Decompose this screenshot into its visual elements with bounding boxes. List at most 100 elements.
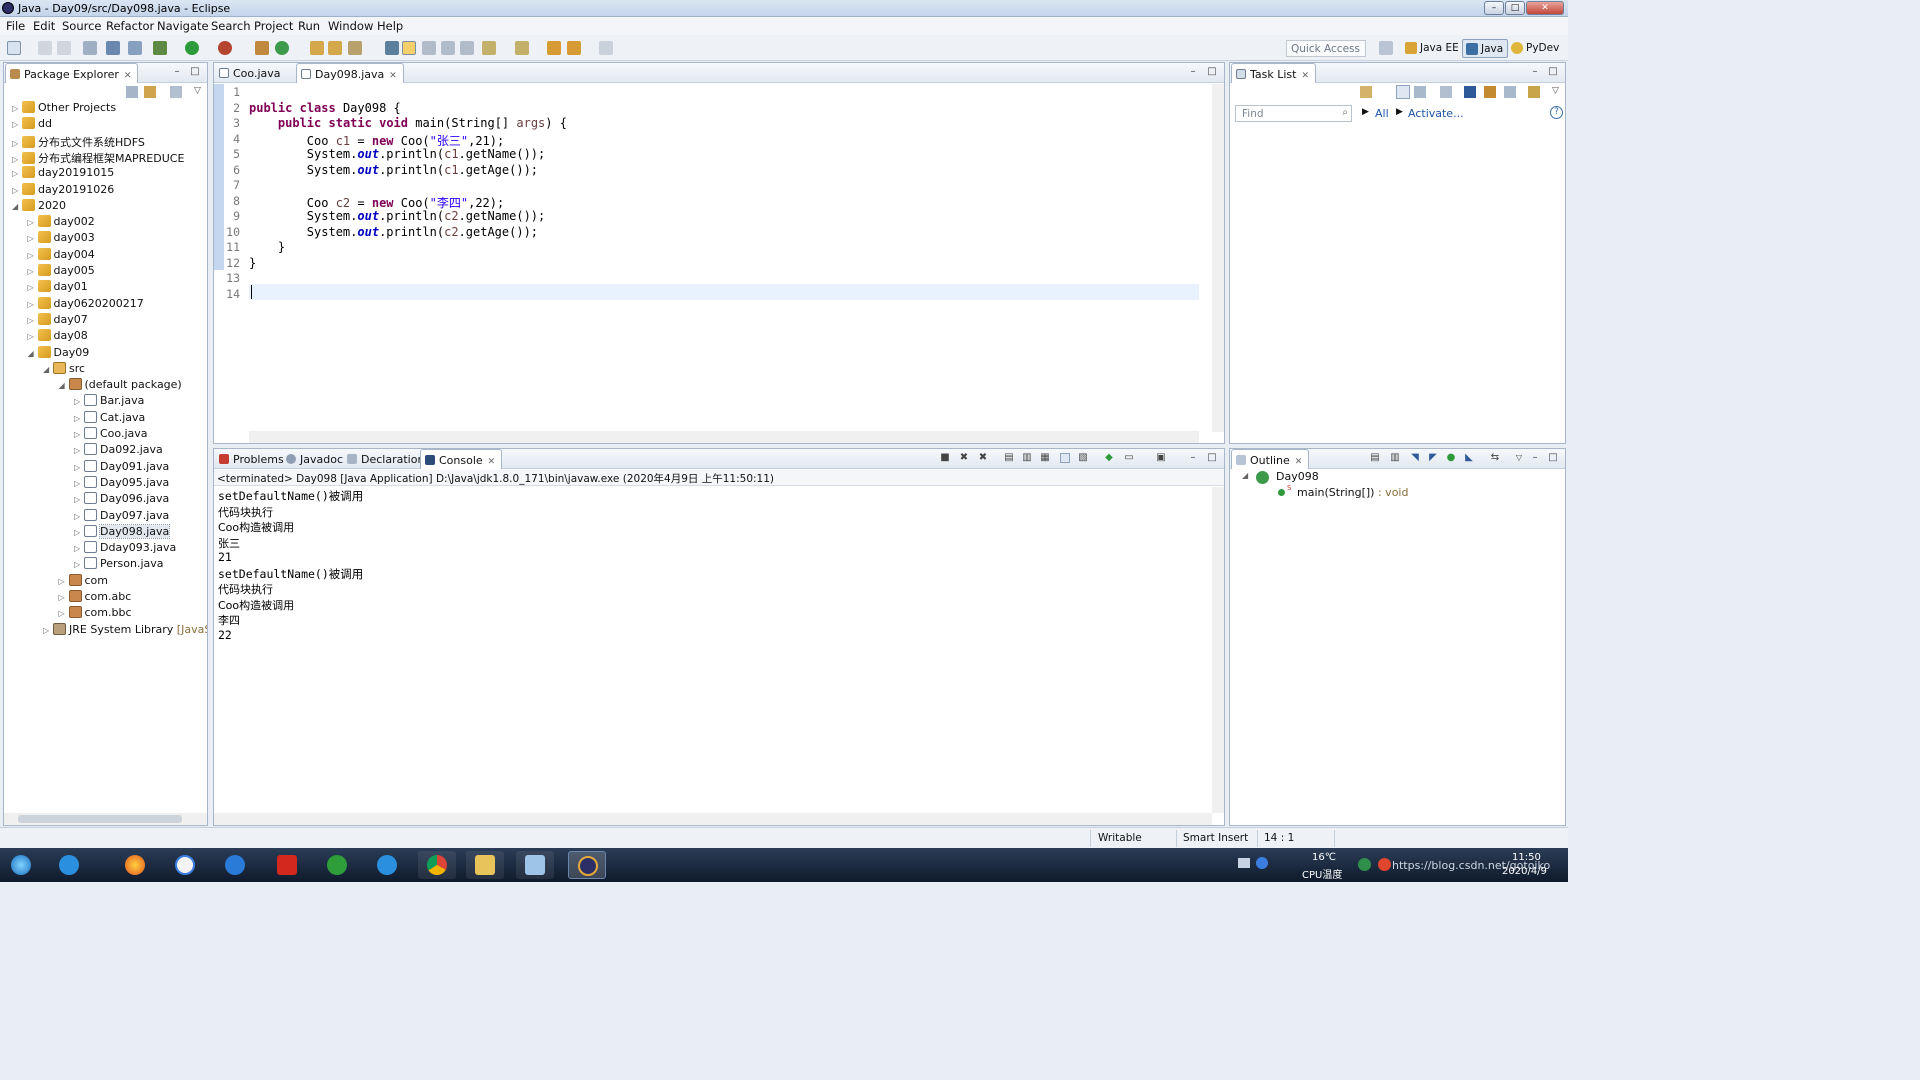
outline-method[interactable]: main(String[]) : void (1297, 486, 1408, 499)
collapse-all-icon[interactable] (1504, 86, 1516, 98)
chevron-right-icon[interactable]: ▷ (12, 139, 22, 148)
tree-item[interactable]: ▷ Day097.java (74, 508, 169, 525)
close-icon[interactable]: ✕ (1295, 457, 1303, 467)
hide-static-icon[interactable]: ◤ (1428, 453, 1438, 463)
perspective-java-ee[interactable]: Java EE (1402, 39, 1463, 58)
close-window-button[interactable]: ✕ (1526, 1, 1564, 15)
chevron-right-icon[interactable]: ▷ (74, 560, 84, 569)
next-annotation-icon[interactable] (482, 41, 496, 55)
new-icon[interactable] (7, 41, 21, 55)
perspective-pydev[interactable]: PyDev (1508, 39, 1563, 58)
network-icon[interactable] (1358, 858, 1371, 871)
horizontal-scrollbar[interactable] (249, 431, 1199, 443)
run-icon[interactable] (185, 41, 199, 55)
maximize-icon[interactable]: □ (1548, 453, 1558, 463)
tab-javadoc[interactable]: Javadoc (282, 449, 349, 469)
terminate-icon[interactable]: ■ (940, 453, 950, 463)
hide-completed-icon[interactable] (1464, 86, 1476, 98)
tree-item[interactable]: ▷ com (59, 573, 108, 590)
new-class-icon[interactable] (275, 41, 289, 55)
activate-link[interactable]: Activate... (1408, 107, 1464, 120)
scroll-lock-icon[interactable]: ▥ (1022, 453, 1032, 463)
chevron-right-icon[interactable]: ▷ (12, 104, 22, 113)
maximize-icon[interactable]: □ (1548, 67, 1558, 77)
hide-non-public-icon[interactable]: ● (1446, 453, 1456, 463)
tab-package-explorer[interactable]: Package Explorer ✕ (5, 63, 139, 83)
keyboard-icon[interactable] (1238, 858, 1250, 868)
tab-console[interactable]: Console ✕ (420, 449, 503, 469)
chevron-right-icon[interactable]: ▷ (74, 495, 84, 504)
ie-icon[interactable] (50, 851, 88, 879)
hide-local-types-icon[interactable]: ◣ (1464, 453, 1474, 463)
tree-item[interactable]: ▷ day004 (28, 247, 95, 264)
tree-item[interactable]: ▷ com.abc (59, 590, 131, 606)
view-menu-icon[interactable]: ▽ (1514, 453, 1524, 463)
collapse-all-icon[interactable] (126, 86, 138, 98)
search-icon[interactable] (348, 41, 362, 55)
tree-item[interactable]: ◢ src (43, 361, 85, 378)
open-type-icon[interactable] (310, 41, 324, 55)
chevron-down-icon[interactable]: ◢ (59, 381, 69, 390)
close-icon[interactable]: ✕ (1301, 71, 1309, 81)
tree-item[interactable]: ▷ day0620200217 (28, 296, 144, 313)
tree-item[interactable]: ▷ Cat.java (74, 410, 145, 427)
word-wrap-icon[interactable]: ▦ (1040, 453, 1050, 463)
tree-item[interactable]: ▷ day01 (28, 280, 88, 296)
mark-occurrences-icon[interactable] (402, 41, 416, 55)
security-icon[interactable] (1378, 858, 1391, 871)
show-on-error-icon[interactable]: ▧ (1078, 453, 1088, 463)
collapse-all-icon[interactable]: ▤ (1370, 453, 1380, 463)
chevron-right-icon[interactable]: ▷ (12, 120, 22, 129)
explorer-icon[interactable] (466, 851, 504, 879)
print-icon[interactable] (83, 41, 97, 55)
word-wrap-icon[interactable] (441, 41, 455, 55)
update-icon[interactable] (318, 851, 356, 879)
chevron-right-icon[interactable]: ▷ (12, 186, 22, 195)
link-with-editor-icon[interactable] (144, 86, 156, 98)
chevron-right-icon[interactable]: ▷ (59, 593, 69, 602)
quick-access-input[interactable]: Quick Access (1286, 40, 1366, 57)
minimize-window-button[interactable]: – (1484, 1, 1504, 15)
minimize-icon[interactable]: – (172, 67, 182, 77)
tree-item[interactable]: ◢ (default package) (59, 378, 182, 394)
tree-item[interactable]: ▷ day005 (28, 264, 95, 280)
vertical-scrollbar[interactable] (1212, 84, 1224, 432)
maximize-icon[interactable]: □ (1207, 67, 1217, 77)
display-console-icon[interactable]: ▭ (1124, 453, 1134, 463)
remove-all-terminated-icon[interactable]: ✖ (978, 453, 988, 463)
minimize-icon[interactable]: – (1530, 67, 1540, 77)
chevron-right-icon[interactable]: ▷ (28, 251, 38, 260)
chevron-right-icon[interactable]: ▷ (28, 300, 38, 309)
code-editor[interactable]: 1 2 public class Day098 {3 public static v… (214, 84, 1224, 443)
remove-launch-icon[interactable]: ✖ (959, 453, 969, 463)
tab-outline[interactable]: Outline ✕ (1231, 449, 1310, 469)
tree-item[interactable]: ▷ Dday093.java (74, 541, 176, 557)
tree-item[interactable]: ▷ day002 (28, 215, 95, 231)
menu-search[interactable]: Search (211, 19, 251, 33)
close-icon[interactable]: ✕ (488, 457, 496, 467)
show-whitespace-icon[interactable] (460, 41, 474, 55)
menu-edit[interactable]: Edit (33, 19, 55, 33)
minimize-icon[interactable]: – (1188, 67, 1198, 77)
tree-item[interactable]: ◢ 2020 (12, 198, 66, 215)
chevron-right-icon[interactable]: ▷ (43, 626, 53, 635)
tab-problems[interactable]: Problems (215, 449, 290, 469)
chevron-down-icon[interactable]: ◢ (12, 202, 22, 211)
close-icon[interactable]: ✕ (124, 71, 132, 81)
pin-console-icon[interactable]: ◆ (1104, 453, 1114, 463)
tree-item[interactable]: ▷ Day091.java (74, 459, 169, 476)
tree-item[interactable]: ▷ dd (12, 117, 52, 133)
debug-icon[interactable] (153, 41, 167, 55)
tab-day098-java[interactable]: Day098.java ✕ (296, 63, 404, 83)
tree-item[interactable]: ▷ day20191015 (12, 166, 114, 182)
terminal-icon[interactable] (106, 41, 120, 55)
external-tools-icon[interactable] (218, 41, 232, 55)
tree-item[interactable]: ▷ JRE System Library [JavaSE-1 (43, 622, 207, 639)
find-input[interactable]: Find ⌕ (1235, 105, 1352, 122)
close-icon[interactable]: ✕ (389, 71, 397, 81)
view-menu-icon[interactable]: ▽ (194, 86, 201, 96)
previous-annotation-icon[interactable] (515, 41, 529, 55)
tree-item[interactable]: ◢ Day09 (28, 345, 89, 362)
eclipse-taskbar-icon[interactable] (568, 851, 606, 879)
categorized-icon[interactable] (1396, 85, 1410, 99)
